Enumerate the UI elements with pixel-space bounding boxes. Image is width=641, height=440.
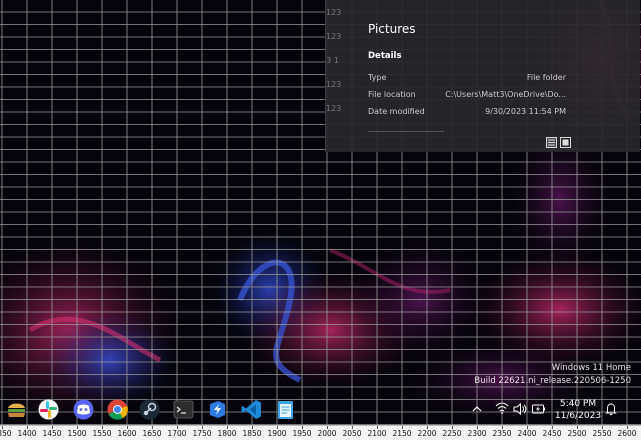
battery-charging-icon: [532, 404, 545, 414]
ruler-label: 2250: [442, 429, 462, 438]
bolt-app-icon[interactable]: [206, 398, 229, 421]
ruler-label: 2500: [567, 429, 587, 438]
coordinate-ruler: 1350 1400 1450 1500 1550 1600 1650 1700 1750 1800…: [0, 425, 641, 440]
volume-button[interactable]: [512, 395, 528, 425]
ruler-label: 1850: [242, 429, 262, 438]
terminal-icon[interactable]: [172, 398, 195, 421]
details-view-button[interactable]: [546, 137, 557, 148]
ruler-label: 1900: [267, 429, 287, 438]
show-hidden-icons-button[interactable]: [470, 395, 484, 425]
ruler-label: 2450: [542, 429, 562, 438]
ruler-label: 2200: [417, 429, 437, 438]
detail-row-modified: Date modified 9/30/2023 11:54 PM: [368, 107, 566, 119]
details-heading: Details: [368, 51, 402, 61]
ghost-value: 3 1: [326, 56, 339, 65]
ruler-label: 2400: [517, 429, 537, 438]
slack-icon[interactable]: [37, 398, 60, 421]
panel-title: Pictures: [368, 22, 416, 36]
large-icons-view-button[interactable]: [560, 137, 571, 148]
chevron-up-icon: [472, 406, 482, 412]
detail-value: 9/30/2023 11:54 PM: [485, 107, 566, 116]
ruler-label: 2550: [592, 429, 612, 438]
clock-time: 5:40 PM: [559, 399, 597, 409]
windows-watermark: Windows 11 Home Build 22621.ni_release.2…: [474, 362, 631, 388]
ghost-value: 123: [326, 32, 342, 41]
ruler-label: 2050: [342, 429, 362, 438]
ruler-label: 2600: [617, 429, 637, 438]
ruler-label: 1400: [17, 429, 37, 438]
wifi-button[interactable]: [494, 395, 510, 425]
ruler-label: 2000: [317, 429, 337, 438]
ruler-label: 2300: [467, 429, 487, 438]
detail-key: Date modified: [368, 107, 425, 116]
ruler-label: 1800: [217, 429, 237, 438]
panel-divider: [368, 131, 444, 132]
ghost-value: 123: [326, 8, 342, 17]
ruler-label: 2150: [392, 429, 412, 438]
notifications-button[interactable]: [604, 395, 618, 425]
clock-date: 11/6/2023: [554, 411, 602, 421]
detail-row-type: Type File folder: [368, 73, 566, 85]
speaker-icon: [513, 402, 527, 416]
hamburger-app-icon[interactable]: [5, 398, 28, 421]
details-view-icon: [548, 139, 555, 146]
chrome-icon[interactable]: [106, 398, 129, 421]
taskbar: 5:40 PM 11/6/2023: [0, 395, 641, 425]
detail-key: File location: [368, 90, 416, 99]
ruler-label: 1650: [142, 429, 162, 438]
windows-edition: Windows 11 Home: [551, 363, 631, 373]
discord-icon[interactable]: [72, 398, 95, 421]
ruler-label: 1500: [67, 429, 87, 438]
clock[interactable]: 5:40 PM 11/6/2023: [553, 395, 603, 425]
ghost-value: 123: [326, 104, 342, 113]
ruler-label: 1750: [192, 429, 212, 438]
ruler-label: 1450: [42, 429, 62, 438]
bell-icon: [605, 403, 617, 416]
ruler-label: 2100: [367, 429, 387, 438]
detail-key: Type: [368, 73, 387, 82]
steam-icon[interactable]: [138, 398, 161, 421]
battery-button[interactable]: [531, 395, 547, 425]
ruler-label: 1950: [292, 429, 312, 438]
ghost-value: 123: [326, 80, 342, 89]
vscode-icon[interactable]: [240, 398, 263, 421]
detail-row-location: File location C:\Users\Matt3\OneDrive\Do…: [368, 90, 566, 102]
wifi-icon: [495, 402, 509, 414]
notepad-icon[interactable]: [274, 398, 297, 421]
ruler-label: 1350: [0, 429, 12, 438]
details-panel: 123 123 3 1 123 123 Pictures Details Typ…: [325, 0, 640, 152]
detail-value: C:\Users\Matt3\OneDrive\Do...: [445, 90, 566, 99]
windows-build: Build 22621.ni_release.220506-1250: [474, 376, 631, 386]
ruler-label: 1700: [167, 429, 187, 438]
ruler-label: 1550: [92, 429, 112, 438]
large-icons-view-icon: [562, 139, 569, 146]
detail-value: File folder: [526, 73, 566, 82]
ruler-label: 1600: [117, 429, 137, 438]
ruler-label: 2350: [492, 429, 512, 438]
desktop-screen: 123 123 3 1 123 123 Pictures Details Typ…: [0, 0, 641, 440]
